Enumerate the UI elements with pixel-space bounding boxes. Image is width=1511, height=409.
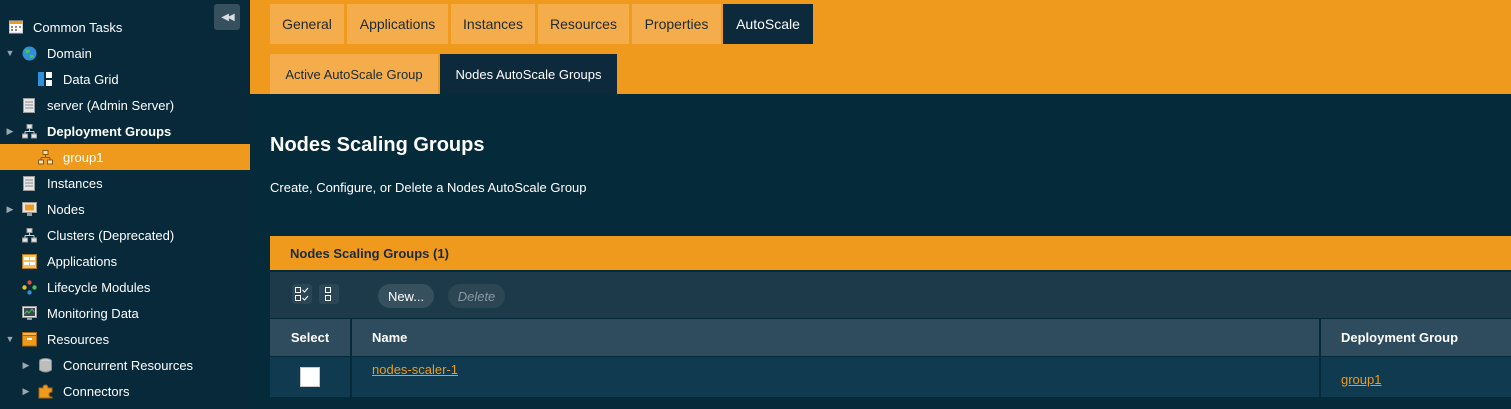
table-row-deployment-group-cell: group1 xyxy=(1321,357,1511,397)
collapsed-arrow-icon[interactable]: ▶ xyxy=(21,360,31,370)
sidebar-item-monitoring-data[interactable]: Monitoring Data xyxy=(0,300,250,326)
tab-general[interactable]: General xyxy=(270,4,344,44)
sidebar-item-connectors[interactable]: ▶ Connectors xyxy=(0,378,250,404)
table-title: Nodes Scaling Groups (1) xyxy=(270,236,1511,270)
delete-button: Delete xyxy=(448,284,505,308)
new-button[interactable]: New... xyxy=(378,284,434,308)
expanded-arrow-icon[interactable]: ▼ xyxy=(5,48,15,58)
page-description: Create, Configure, or Delete a Nodes Aut… xyxy=(270,180,587,195)
sidebar-item-label: server (Admin Server) xyxy=(47,97,175,113)
sidebar-item-domain[interactable]: ▼ Domain xyxy=(0,40,250,66)
sidebar-item-label: Common Tasks xyxy=(33,19,123,35)
collapsed-arrow-icon[interactable]: ▶ xyxy=(5,126,15,136)
hierarchy-icon xyxy=(37,149,53,165)
sidebar-item-instances[interactable]: Instances xyxy=(0,170,250,196)
tab-resources[interactable]: Resources xyxy=(538,4,629,44)
column-header-deployment-group[interactable]: Deployment Group xyxy=(1321,319,1511,356)
main-content: Nodes Scaling Groups Create, Configure, … xyxy=(250,94,1511,409)
monitor-icon xyxy=(21,305,37,321)
sidebar-item-deployment-groups[interactable]: ▶ Deployment Groups xyxy=(0,118,250,144)
sidebar-item-clusters[interactable]: Clusters (Deprecated) xyxy=(0,222,250,248)
column-header-select[interactable]: Select xyxy=(270,319,350,356)
sidebar-item-label: Concurrent Resources xyxy=(63,357,194,373)
monitor-node-icon xyxy=(21,201,37,217)
sidebar-item-label: Lifecycle Modules xyxy=(47,279,151,295)
sidebar-item-label: group1 xyxy=(63,149,104,165)
sidebar-item-label: Deployment Groups xyxy=(47,123,172,139)
scaling-group-link[interactable]: nodes-scaler-1 xyxy=(372,362,458,377)
lifecycle-icon xyxy=(21,279,37,295)
sidebar-item-concurrent-resources[interactable]: ▶ Concurrent Resources xyxy=(0,352,250,378)
deselect-all-icon[interactable] xyxy=(319,284,339,304)
sidebar-item-label: Connectors xyxy=(63,383,130,399)
subtab-nodes-autoscale-groups[interactable]: Nodes AutoScale Groups xyxy=(440,54,617,94)
row-checkbox[interactable] xyxy=(300,367,320,387)
sidebar-tree: ◀◀ Common Tasks ▼ Domain Data Grid serve… xyxy=(0,0,250,409)
sidebar-item-data-grid[interactable]: Data Grid xyxy=(0,66,250,92)
expanded-arrow-icon[interactable]: ▼ xyxy=(5,334,15,344)
hierarchy-icon xyxy=(21,123,37,139)
sidebar-item-label: Domain xyxy=(47,45,92,61)
sidebar-item-common-tasks[interactable]: Common Tasks xyxy=(0,14,250,40)
table-row-select-cell xyxy=(270,357,350,397)
sidebar-item-lifecycle-modules[interactable]: Lifecycle Modules xyxy=(0,274,250,300)
column-header-name[interactable]: Name xyxy=(352,319,1319,356)
sidebar-item-label: Monitoring Data xyxy=(47,305,139,321)
sidebar-item-label: Data Grid xyxy=(63,71,119,87)
sidebar-item-server[interactable]: server (Admin Server) xyxy=(0,92,250,118)
table-toolbar: New... Delete xyxy=(270,272,1511,318)
data-grid-icon xyxy=(37,71,53,87)
select-all-icon[interactable] xyxy=(292,284,312,304)
sidebar-item-nodes[interactable]: ▶ Nodes xyxy=(0,196,250,222)
calendar-icon xyxy=(8,19,24,35)
tab-header: General Applications Instances Resources… xyxy=(250,0,1511,94)
server-icon xyxy=(21,175,37,191)
sidebar-item-applications[interactable]: Applications xyxy=(0,248,250,274)
globe-icon xyxy=(21,45,37,61)
sidebar-item-label: Instances xyxy=(47,175,103,191)
collapsed-arrow-icon[interactable]: ▶ xyxy=(21,386,31,396)
server-icon xyxy=(21,97,37,113)
page-title: Nodes Scaling Groups xyxy=(270,134,485,156)
collapsed-arrow-icon[interactable]: ▶ xyxy=(5,204,15,214)
puzzle-icon xyxy=(37,383,53,399)
applications-icon xyxy=(21,253,37,269)
tab-autoscale[interactable]: AutoScale xyxy=(723,4,813,44)
sidebar-item-group1[interactable]: group1 xyxy=(0,144,250,170)
resources-box-icon xyxy=(21,331,37,347)
hierarchy-icon xyxy=(21,227,37,243)
subtab-active-autoscale-group[interactable]: Active AutoScale Group xyxy=(270,54,438,94)
tab-instances[interactable]: Instances xyxy=(451,4,535,44)
tab-properties[interactable]: Properties xyxy=(632,4,721,44)
sidebar-item-resources[interactable]: ▼ Resources xyxy=(0,326,250,352)
table-row-name-cell: nodes-scaler-1 xyxy=(352,357,1319,397)
sidebar-item-label: Resources xyxy=(47,331,110,347)
sidebar-item-label: Clusters (Deprecated) xyxy=(47,227,175,243)
sidebar-item-label: Applications xyxy=(47,253,118,269)
database-icon xyxy=(37,357,53,373)
deployment-group-link[interactable]: group1 xyxy=(1341,372,1381,387)
sidebar-item-label: Nodes xyxy=(47,201,85,217)
tab-applications[interactable]: Applications xyxy=(347,4,448,44)
